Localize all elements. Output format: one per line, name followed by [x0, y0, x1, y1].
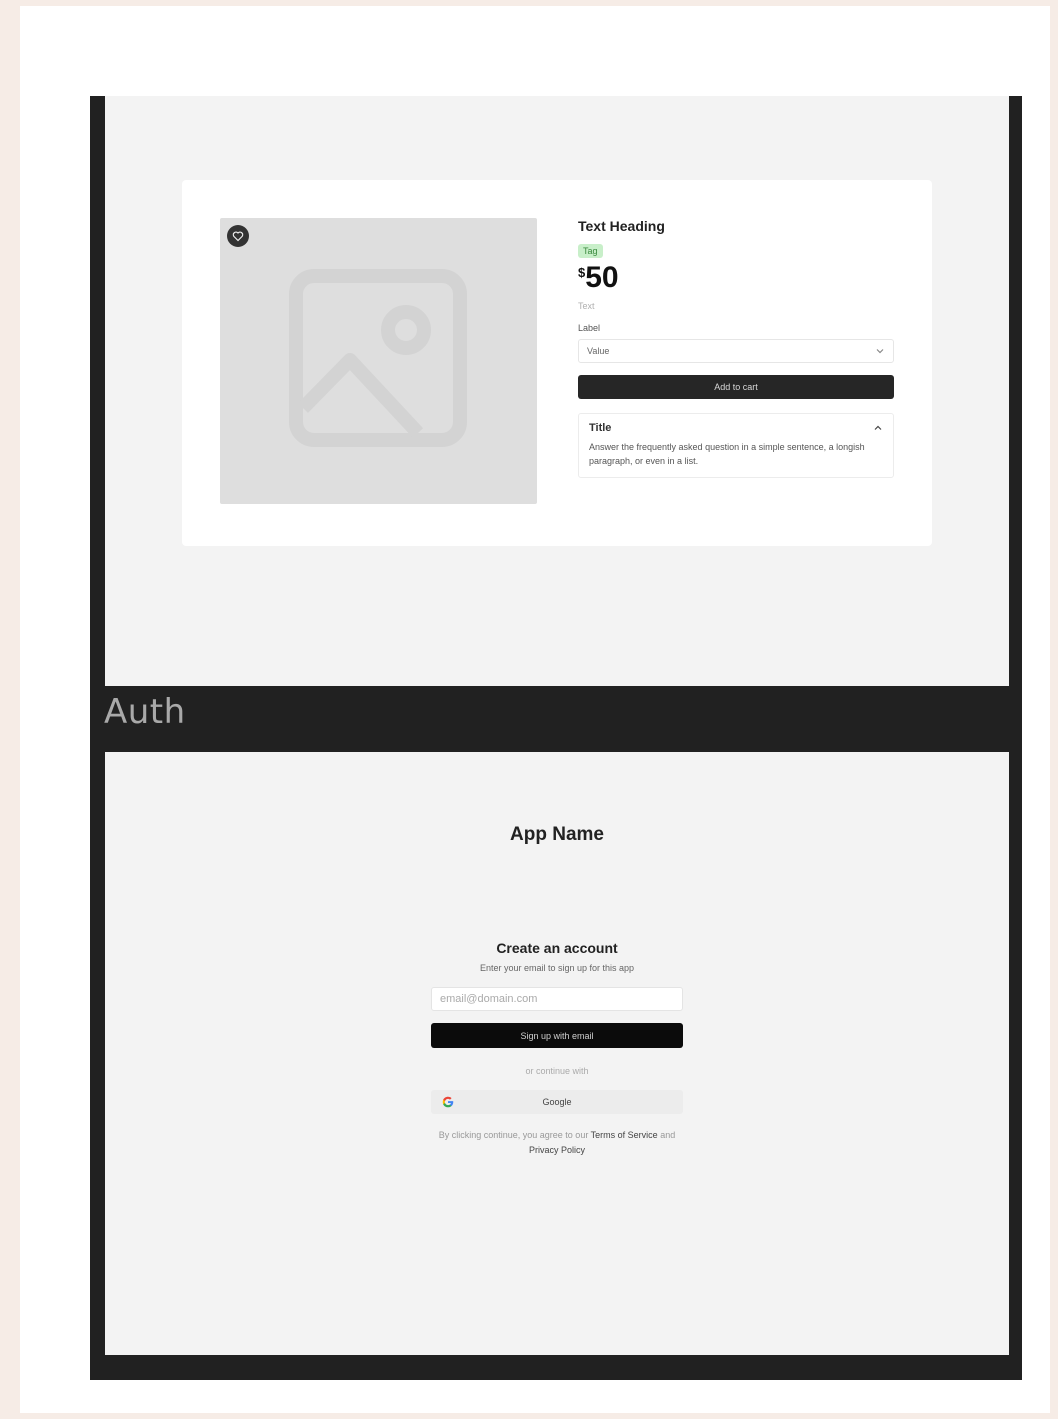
continue-divider: or continue with [525, 1066, 589, 1076]
google-button-label: Google [542, 1097, 572, 1107]
tax-note: Text [578, 301, 595, 311]
privacy-link[interactable]: Privacy Policy [529, 1145, 585, 1155]
app-name: App Name [510, 824, 604, 845]
legal-and: and [660, 1130, 676, 1140]
section-label-auth: Auth [104, 692, 186, 732]
accordion-body: Answer the frequently asked question in … [589, 442, 865, 466]
chevron-up-icon [874, 425, 882, 430]
legal-prefix: By clicking continue, you agree to our [438, 1130, 589, 1140]
price-currency: $ [578, 265, 586, 280]
product-details: Text Heading Tag $50 Text Label Value Ad… [578, 218, 894, 478]
accordion-header[interactable]: Title [589, 422, 883, 434]
auth-section: App Name Create an account Enter your em… [105, 752, 1009, 1355]
signup-email-button[interactable]: Sign up with email [431, 1023, 683, 1048]
accordion-title: Title [589, 422, 612, 434]
product-tag: Tag [578, 244, 603, 258]
image-icon [289, 269, 467, 447]
canvas-sheet: Text Heading Tag $50 Text Label Value Ad… [20, 6, 1050, 1413]
signup-subtitle: Enter your email to sign up for this app [479, 963, 635, 973]
variant-select[interactable]: Value [578, 339, 894, 363]
signup-form: Create an account Enter your email to si… [431, 940, 683, 1158]
design-frame: Text Heading Tag $50 Text Label Value Ad… [90, 96, 1022, 1380]
product-price: $50 [578, 261, 894, 295]
email-field[interactable] [431, 987, 683, 1011]
heart-icon [232, 231, 244, 242]
select-value: Value [587, 346, 610, 356]
product-section: Text Heading Tag $50 Text Label Value Ad… [105, 96, 1009, 686]
price-amount: 50 [585, 261, 619, 294]
product-card: Text Heading Tag $50 Text Label Value Ad… [182, 180, 932, 546]
terms-link[interactable]: Terms of Service [591, 1130, 658, 1140]
faq-accordion[interactable]: Title Answer the frequently asked questi… [578, 413, 894, 478]
select-label: Label [578, 323, 601, 333]
favorite-button[interactable] [227, 225, 249, 247]
chevron-down-icon [876, 349, 884, 354]
google-signin-button[interactable]: Google [431, 1090, 683, 1114]
legal-text: By clicking continue, you agree to our T… [431, 1128, 683, 1158]
product-heading: Text Heading [578, 218, 665, 234]
google-icon [442, 1096, 454, 1108]
product-image-placeholder [220, 218, 537, 504]
add-to-cart-button[interactable]: Add to cart [578, 375, 894, 399]
signup-title: Create an account [496, 940, 618, 956]
